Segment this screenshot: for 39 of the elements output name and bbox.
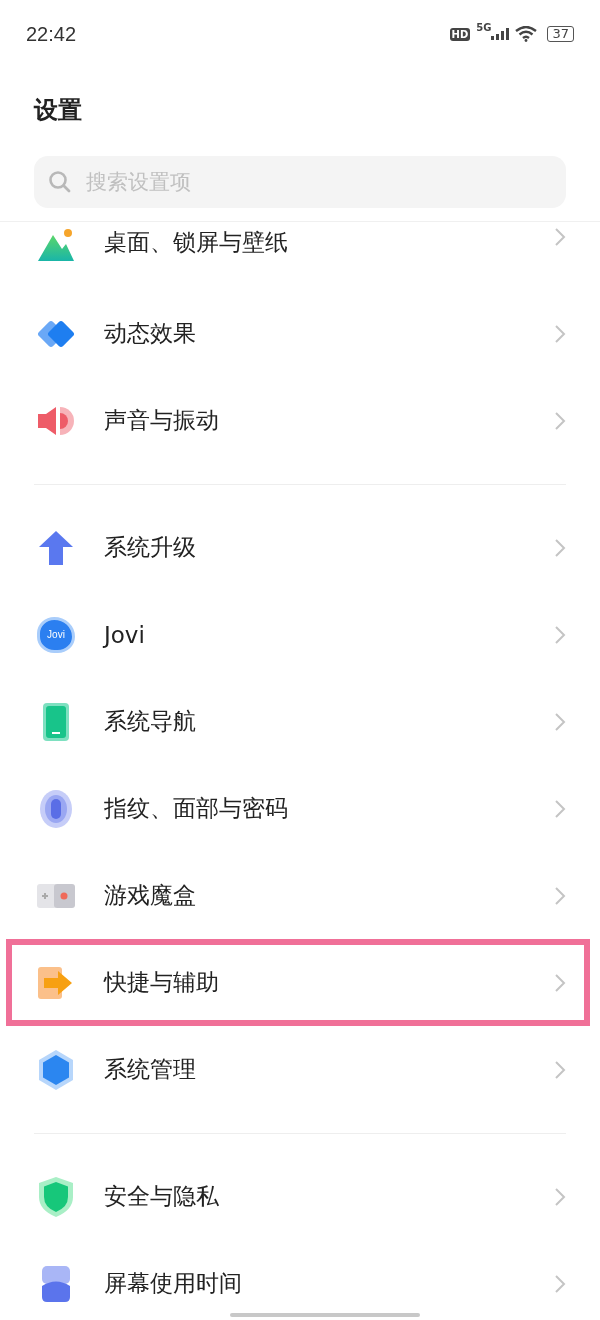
chevron-icon [554, 1186, 566, 1207]
network-label: 5G [476, 22, 492, 33]
settings-item[interactable]: 系统管理 [0, 1026, 600, 1113]
settings-item[interactable]: 屏幕使用时间 [0, 1240, 600, 1320]
settings-item[interactable]: 系统导航 [0, 678, 600, 765]
chevron-icon [554, 1273, 566, 1294]
chevron-icon [554, 624, 566, 645]
jovi-logo: Jovi [37, 616, 75, 653]
settings-item[interactable]: 快捷与辅助 [0, 939, 600, 1026]
settings-item[interactable]: 系统升级 [0, 504, 600, 591]
hexagon-icon [38, 1049, 74, 1090]
search-icon [48, 170, 72, 194]
settings-item[interactable]: Jovi Jovi [0, 591, 600, 678]
mountain-icon [36, 227, 76, 263]
shield-icon [38, 1176, 74, 1217]
settings-item[interactable]: 指纹、面部与密码 [0, 765, 600, 852]
status-time: 22:42 [26, 22, 77, 46]
settings-item[interactable]: 安全与隐私 [0, 1153, 600, 1240]
oval-icon [39, 788, 73, 829]
arrow-up-icon [38, 529, 74, 566]
chevron-icon [554, 711, 566, 732]
battery-indicator: 37 [547, 26, 574, 42]
chevron-icon [554, 885, 566, 906]
settings-item[interactable]: 动态效果 [0, 290, 600, 377]
chevron-icon [554, 537, 566, 558]
chevron-icon [554, 410, 566, 431]
settings-item[interactable]: 游戏魔盒 [0, 852, 600, 939]
hd-indicator: HD [449, 27, 471, 41]
chevron-icon [554, 323, 566, 344]
chevron-icon [554, 972, 566, 993]
settings-item[interactable]: 声音与振动 [0, 377, 600, 464]
signal-icon [491, 28, 510, 40]
chevron-icon [554, 227, 566, 247]
page-title: 设置 [32, 95, 83, 126]
settings-item[interactable]: 桌面、锁屏与壁纸 [0, 222, 600, 290]
chevron-icon [554, 798, 566, 819]
phone-icon [42, 701, 70, 742]
wifi-icon [515, 26, 538, 42]
chevron-icon [554, 1059, 566, 1080]
